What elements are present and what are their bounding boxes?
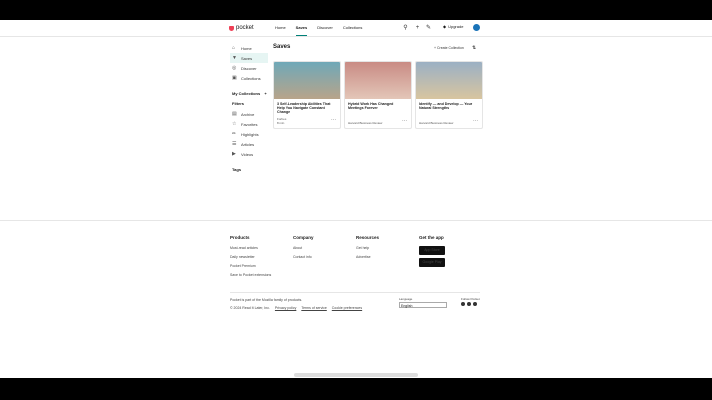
more-options-icon[interactable]: ···: [473, 119, 478, 124]
filters-header: Filters: [232, 101, 245, 106]
search-icon[interactable]: ⚲: [402, 25, 409, 32]
card-title[interactable]: Hybrid Work Has Changed Meetings Forever: [348, 102, 406, 110]
saved-item-card[interactable]: Identify — and Develop — Your Natural St…: [415, 61, 483, 129]
discover-icon: ◎: [232, 64, 237, 71]
pocket-logo-icon: [229, 25, 234, 31]
article-icon: ☰: [232, 140, 237, 147]
sidebar-item-highlights[interactable]: ✏ Highlights: [230, 129, 268, 139]
page-title: Saves: [273, 44, 291, 50]
diamond-icon: ◆: [443, 24, 447, 29]
nav-saves[interactable]: Saves: [295, 20, 308, 36]
nav-home[interactable]: Home: [275, 20, 286, 35]
horizontal-scrollbar[interactable]: [294, 373, 418, 377]
star-icon: ☆: [232, 120, 237, 127]
google-play-badge[interactable]: Google Play: [419, 258, 445, 267]
nav-collections[interactable]: Collections: [343, 20, 363, 35]
footer-link[interactable]: Save to Pocket extensions: [230, 273, 271, 282]
highlight-icon: ✏: [232, 130, 237, 137]
language-label: Language: [399, 297, 413, 301]
pocket-logo[interactable]: pocket: [229, 25, 254, 31]
footer-resources: Resources Get help Advertise: [356, 235, 379, 264]
card-title[interactable]: Identify — and Develop — Your Natural St…: [419, 102, 477, 110]
footer-link[interactable]: Daily newsletter: [230, 255, 271, 264]
sidebar-item-collections[interactable]: ▣ Collections: [230, 73, 268, 83]
avatar[interactable]: [473, 24, 480, 31]
saved-item-card[interactable]: Hybrid Work Has Changed Meetings Forever…: [344, 61, 412, 129]
sidebar-item-discover[interactable]: ◎ Discover: [230, 63, 268, 73]
sidebar-item-home[interactable]: ⌂ Home: [230, 43, 268, 53]
terms-link[interactable]: Terms of service: [301, 306, 326, 310]
cookie-link[interactable]: Cookie preferences: [332, 306, 362, 310]
footer-products: Products Must-read articles Daily newsle…: [230, 235, 271, 282]
home-icon: ⌂: [232, 44, 236, 51]
card-read-time: 8 min: [277, 121, 285, 125]
upgrade-label: Upgrade: [448, 24, 464, 29]
video-icon: ▶: [232, 150, 236, 157]
card-thumbnail[interactable]: [416, 62, 482, 99]
pocket-page: pocket Home Saves Discover Collections ⚲…: [0, 20, 712, 378]
add-item-icon[interactable]: +: [414, 25, 421, 32]
footer-get-app: Get the app App Store Google Play: [419, 235, 445, 270]
main-nav: Home Saves Discover Collections: [275, 20, 362, 36]
instagram-icon[interactable]: [473, 302, 477, 306]
footer-link[interactable]: About: [293, 246, 314, 255]
sidebar: ⌂ Home ▼ Saves ◎ Discover ▣ Collections …: [230, 43, 268, 175]
more-options-icon[interactable]: ···: [402, 119, 407, 124]
card-publisher: Harvard Business Review: [419, 121, 454, 125]
nav-discover[interactable]: Discover: [317, 20, 333, 35]
saved-item-card[interactable]: 3 Self-Leadership Abilities That Help Yo…: [273, 61, 341, 129]
tags-header[interactable]: Tags: [230, 165, 268, 175]
add-collection-icon[interactable]: +: [264, 91, 266, 96]
footer-link[interactable]: Pocket Premium: [230, 264, 271, 273]
top-header: pocket Home Saves Discover Collections ⚲…: [0, 20, 712, 37]
sidebar-item-archive[interactable]: ▤ Archive: [230, 109, 268, 119]
social-links: Follow Pocket: [461, 297, 480, 306]
footer-link[interactable]: Advertise: [356, 255, 379, 264]
privacy-link[interactable]: Privacy policy: [275, 306, 296, 310]
card-publisher: Harvard Business Review: [348, 121, 383, 125]
archive-icon: ▤: [232, 110, 237, 117]
footer-company: Company About Contact info: [293, 235, 314, 264]
twitter-icon[interactable]: [467, 302, 471, 306]
saves-icon: ▼: [232, 54, 237, 61]
footer-link[interactable]: Must-read articles: [230, 246, 271, 255]
more-options-icon[interactable]: ···: [331, 118, 336, 123]
create-collection-button[interactable]: + Create Collection: [434, 46, 464, 50]
card-thumbnail[interactable]: [345, 62, 411, 99]
sidebar-item-favorites[interactable]: ☆ Favorites: [230, 119, 268, 129]
footer-link[interactable]: Contact info: [293, 255, 314, 264]
my-collections-header[interactable]: My Collections +: [230, 89, 268, 99]
facebook-icon[interactable]: [461, 302, 465, 306]
app-store-badge[interactable]: App Store: [419, 246, 445, 255]
collections-icon: ▣: [232, 74, 237, 81]
plus-icon: +: [434, 46, 437, 50]
bulk-edit-icon[interactable]: ✎: [425, 25, 432, 32]
logo-text: pocket: [236, 25, 254, 31]
language-select[interactable]: English: [399, 302, 447, 308]
footer-link[interactable]: Get help: [356, 246, 379, 255]
card-title[interactable]: 3 Self-Leadership Abilities That Help Yo…: [277, 102, 335, 114]
sidebar-item-videos[interactable]: ▶ Videos: [230, 149, 268, 159]
sidebar-item-articles[interactable]: ☰ Articles: [230, 139, 268, 149]
sort-icon[interactable]: ⇅: [472, 45, 476, 51]
upgrade-button[interactable]: ◆ Upgrade: [443, 24, 463, 29]
sidebar-item-saves[interactable]: ▼ Saves: [230, 53, 268, 63]
footer-divider: [230, 292, 480, 293]
footer-legal: Pocket is part of the Mozilla family of …: [230, 298, 363, 310]
card-thumbnail[interactable]: [274, 62, 340, 99]
